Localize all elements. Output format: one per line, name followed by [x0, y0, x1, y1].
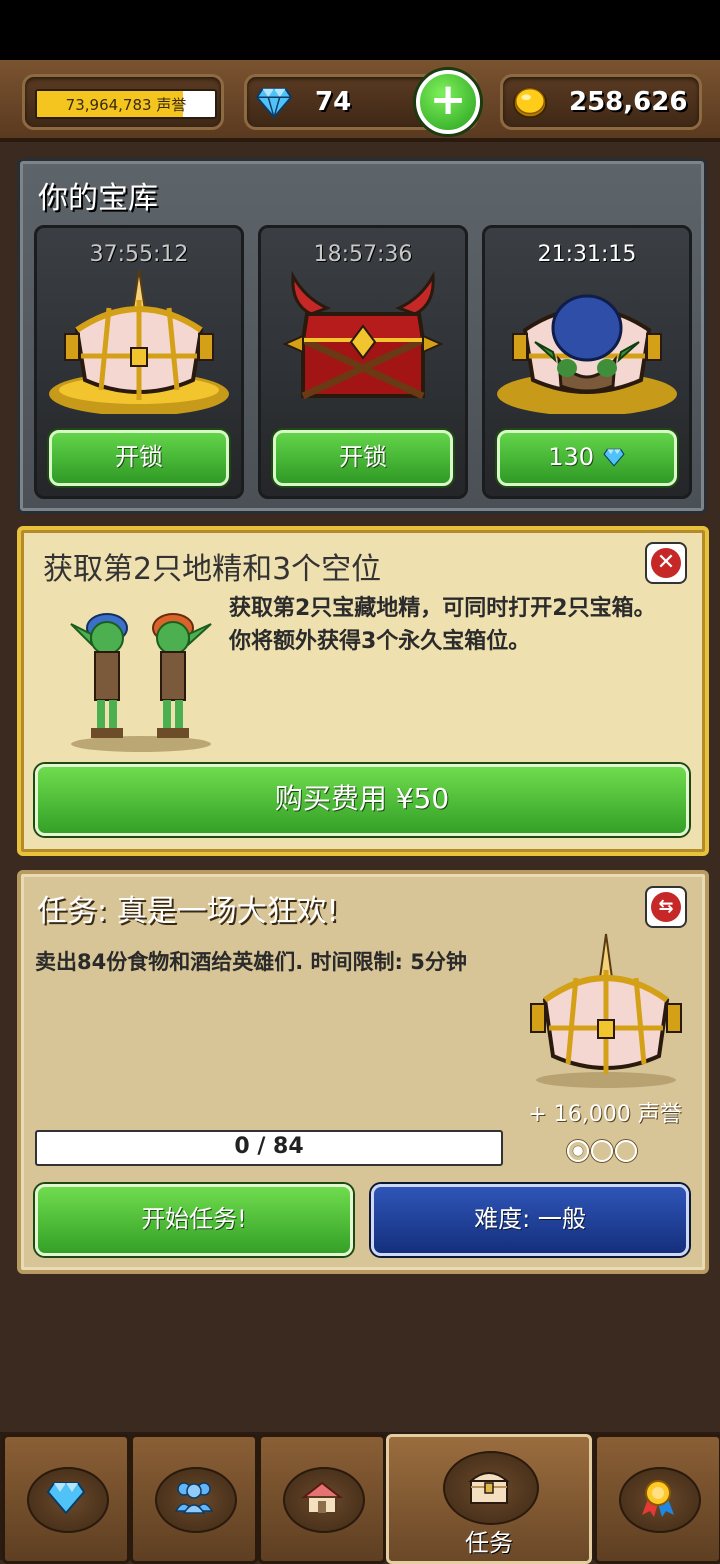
- swap-icon: ⇆: [651, 892, 681, 922]
- start-quest-button[interactable]: 开始任务!: [35, 1184, 353, 1256]
- goblins-image: [70, 613, 212, 752]
- coin-count: 258,626: [569, 87, 688, 117]
- plus-icon: +: [429, 74, 467, 125]
- chest-slot-2[interactable]: 18:57:36 开锁: [258, 225, 468, 499]
- difficulty-dots: [567, 1140, 637, 1162]
- tab-tavern[interactable]: [258, 1434, 386, 1564]
- tab-heroes[interactable]: [130, 1434, 258, 1564]
- diamond-icon: [46, 1482, 86, 1515]
- vault-title: 你的宝库: [38, 181, 158, 216]
- tab-achievements[interactable]: [594, 1434, 720, 1564]
- difficulty-button[interactable]: 难度: 一般: [371, 1184, 689, 1256]
- difficulty-dot: [615, 1140, 637, 1162]
- chest-icon: [468, 1472, 510, 1504]
- reward-text: + 16,000 声誉: [528, 1102, 682, 1127]
- gem-count: 74: [315, 87, 352, 117]
- goblin-offer-panel: 获取第2只地精和3个空位 ✕ 获取第2只宝藏地精，可同时打开2只宝箱。你将额外获…: [17, 526, 709, 856]
- tab-shop[interactable]: [2, 1434, 130, 1564]
- chest-timer: 18:57:36: [313, 242, 413, 267]
- bottom-nav: 任务: [0, 1432, 720, 1564]
- offer-description: 获取第2只宝藏地精，可同时打开2只宝箱。你将额外获得3个永久宝箱位。: [229, 596, 656, 654]
- tab-label: 任务: [465, 1529, 513, 1557]
- quest-title: 任务: 真是一场大狂欢!: [37, 894, 339, 929]
- quest-progress-bar: 0 / 84: [35, 1130, 503, 1166]
- open-with-gems-button[interactable]: 130: [497, 430, 677, 486]
- house-icon: [301, 1481, 343, 1514]
- vault-panel: 你的宝库 37:55:12 开锁 18:57:36 开锁 21:31:15 13…: [17, 158, 707, 514]
- coin-box[interactable]: 258,626: [500, 74, 702, 130]
- unicorn-chest-goblin-icon: [497, 294, 677, 414]
- close-button[interactable]: ✕: [645, 542, 687, 584]
- chest-timer: 37:55:12: [89, 242, 189, 267]
- chest-timer: 21:31:15: [537, 242, 637, 267]
- difficulty-dot: [567, 1140, 589, 1162]
- reputation-text: 73,964,783 声誉: [65, 96, 187, 114]
- demon-chest-icon: [282, 270, 444, 400]
- close-icon: ✕: [651, 548, 681, 578]
- chest-slot-1[interactable]: 37:55:12 开锁: [34, 225, 244, 499]
- buy-button[interactable]: 购买费用 ¥50: [35, 764, 689, 836]
- switch-quest-button[interactable]: ⇆: [645, 886, 687, 928]
- progress-text: 0 / 84: [234, 1134, 304, 1159]
- add-gems-button[interactable]: +: [416, 70, 480, 134]
- quest-description: 卖出84份食物和酒给英雄们. 时间限制: 5分钟: [35, 950, 467, 974]
- tab-quests[interactable]: 任务: [386, 1434, 592, 1564]
- chest-slot-3[interactable]: 21:31:15 130: [482, 225, 692, 499]
- unicorn-chest-icon: [49, 269, 229, 414]
- difficulty-dot: [591, 1140, 613, 1162]
- offer-title: 获取第2只地精和3个空位: [43, 552, 382, 587]
- unlock-button[interactable]: 开锁: [49, 430, 229, 486]
- people-icon: [174, 1482, 214, 1514]
- unlock-button[interactable]: 开锁: [273, 430, 453, 486]
- resource-bar: 73,964,783 声誉 74 258,626: [0, 60, 720, 142]
- coin-icon: [512, 87, 548, 119]
- status-bar: [0, 0, 720, 60]
- reputation-box[interactable]: 73,964,783 声誉: [22, 74, 224, 130]
- diamond-icon: [255, 87, 293, 120]
- reputation-bar: 73,964,783 声誉: [35, 89, 217, 119]
- reward-chest-icon: [530, 933, 682, 1088]
- gem-cost: 130: [548, 443, 595, 471]
- diamond-icon: [603, 448, 625, 467]
- quest-panel: 任务: 真是一场大狂欢! ⇆ 卖出84份食物和酒给英雄们. 时间限制: 5分钟 …: [17, 870, 709, 1274]
- medal-icon: [642, 1480, 674, 1517]
